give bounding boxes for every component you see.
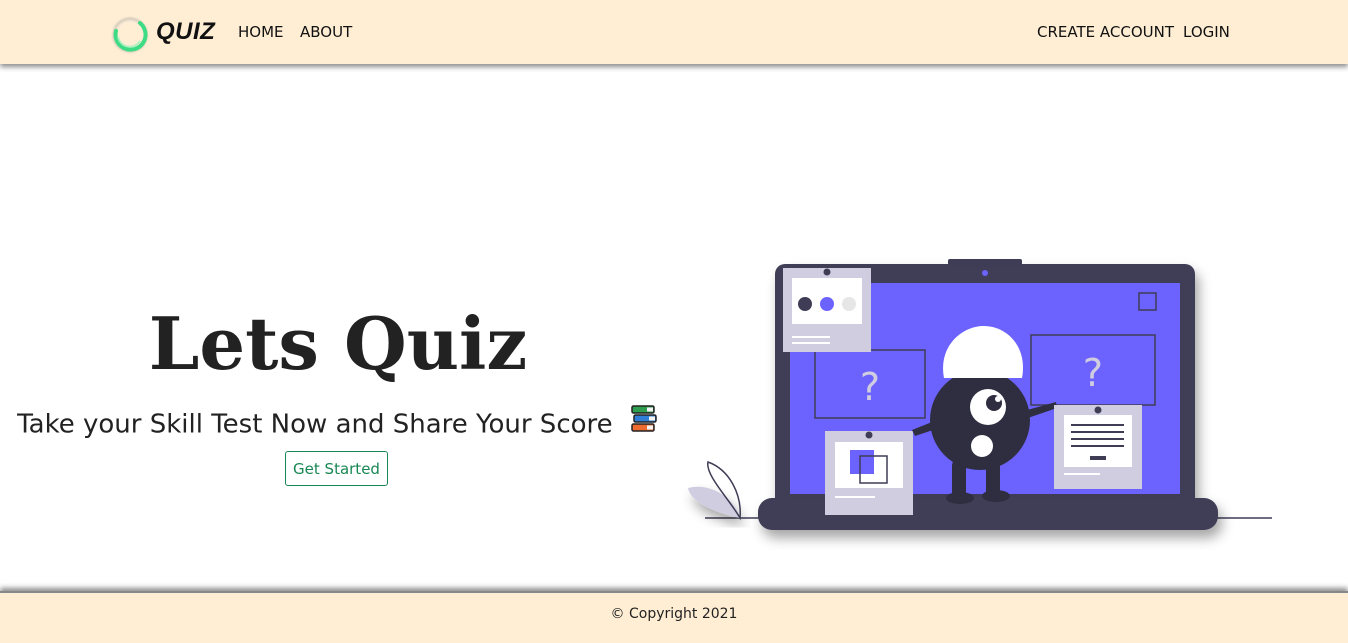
navbar: QUIZ HOME ABOUT CREATE ACCOUNT LOGIN	[0, 0, 1348, 64]
get-started-button[interactable]: Get Started	[285, 451, 388, 486]
question-mark-right: ?	[1083, 351, 1103, 395]
nav-login-link[interactable]: LOGIN	[1183, 22, 1230, 42]
nav-about-link[interactable]: ABOUT	[300, 22, 352, 42]
brand-logo-link[interactable]: QUIZ	[110, 12, 216, 54]
books-icon	[629, 404, 659, 446]
hero-title: Lets Quiz	[148, 301, 528, 386]
nav-create-account-link[interactable]: CREATE ACCOUNT	[1037, 22, 1174, 42]
question-mark-left: ?	[860, 365, 880, 409]
nav-home-link[interactable]: HOME	[238, 22, 284, 42]
hero-subtitle: Take your Skill Test Now and Share Your …	[17, 409, 613, 440]
laptop-quiz-illustration: ? ?	[680, 250, 1280, 555]
copyright-text: © Copyright 2021	[610, 606, 738, 622]
brand-text: QUIZ	[156, 18, 216, 45]
footer: © Copyright 2021	[0, 591, 1348, 643]
hero-subtitle-row: Take your Skill Test Now and Share Your …	[0, 404, 676, 446]
ring-logo-icon	[110, 15, 149, 54]
